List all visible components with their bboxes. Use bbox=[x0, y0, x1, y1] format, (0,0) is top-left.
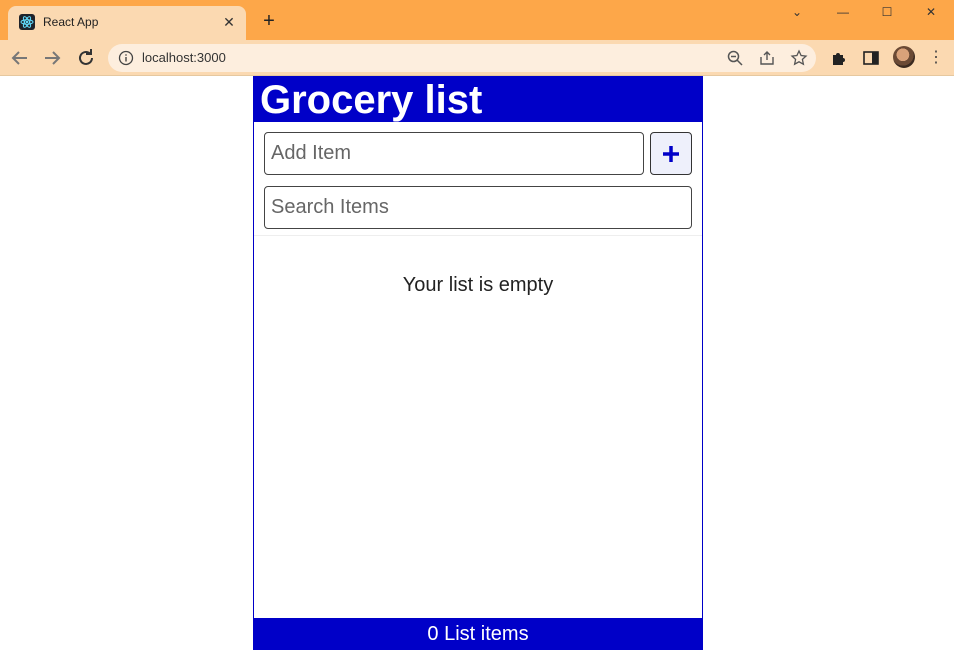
add-item-button[interactable] bbox=[650, 132, 692, 175]
profile-avatar[interactable] bbox=[893, 46, 915, 68]
plus-icon bbox=[663, 145, 679, 162]
reload-icon[interactable] bbox=[74, 46, 98, 70]
forward-icon[interactable] bbox=[40, 46, 64, 70]
url-text: localhost:3000 bbox=[142, 50, 226, 65]
app-header: Grocery list bbox=[254, 76, 702, 122]
browser-titlebar: React App ✕ + ⌄ — ☐ ✕ bbox=[0, 0, 954, 40]
bookmark-star-icon[interactable] bbox=[790, 49, 808, 67]
tab-search-icon[interactable]: ⌄ bbox=[774, 0, 820, 28]
site-info-icon[interactable] bbox=[118, 50, 134, 66]
extensions-puzzle-icon[interactable] bbox=[830, 49, 848, 67]
add-item-input[interactable] bbox=[264, 132, 644, 175]
new-tab-button[interactable]: + bbox=[258, 10, 280, 32]
browser-menu-icon[interactable]: ⋮ bbox=[928, 48, 944, 68]
close-window-button[interactable]: ✕ bbox=[908, 0, 954, 28]
empty-list-message: Your list is empty bbox=[402, 274, 554, 296]
search-items-input[interactable] bbox=[264, 186, 692, 229]
grocery-app: Grocery list Your list is empty 0 List i… bbox=[253, 76, 703, 650]
tab-title: React App bbox=[43, 15, 99, 29]
back-icon[interactable] bbox=[8, 46, 32, 70]
minimize-button[interactable]: — bbox=[820, 0, 866, 28]
app-footer: 0 List items bbox=[254, 618, 702, 650]
address-bar[interactable]: localhost:3000 bbox=[108, 44, 816, 72]
browser-tab[interactable]: React App ✕ bbox=[8, 6, 246, 40]
divider bbox=[254, 235, 702, 236]
share-icon[interactable] bbox=[758, 49, 776, 67]
react-favicon-icon bbox=[19, 14, 35, 30]
side-panel-icon[interactable] bbox=[862, 49, 880, 67]
browser-toolbar: localhost:3000 ⋮ bbox=[0, 40, 954, 76]
zoom-icon[interactable] bbox=[726, 49, 744, 67]
tab-close-icon[interactable]: ✕ bbox=[220, 13, 238, 31]
page-title: Grocery list bbox=[260, 78, 483, 122]
maximize-button[interactable]: ☐ bbox=[864, 0, 910, 28]
